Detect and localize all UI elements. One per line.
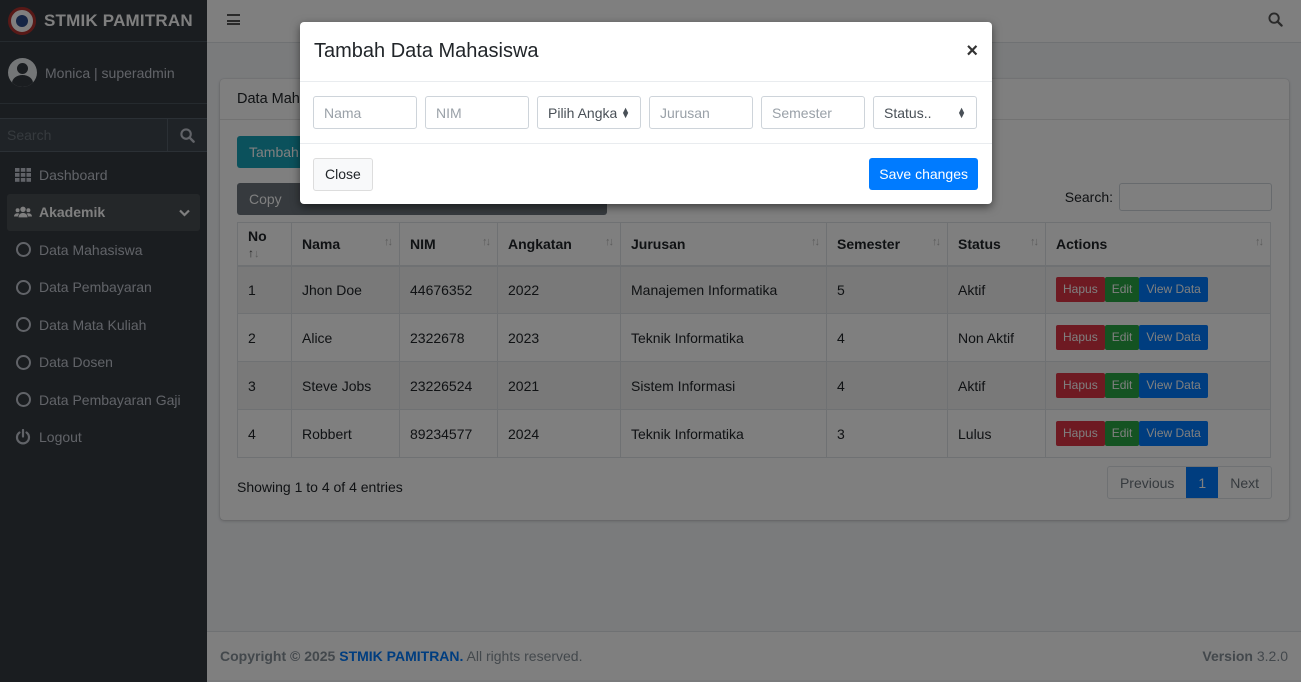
select-caret-icon: ▲ ▼: [957, 104, 966, 120]
semester-input[interactable]: [761, 96, 865, 129]
nama-input[interactable]: [313, 96, 417, 129]
save-changes-button[interactable]: Save changes: [869, 158, 978, 190]
add-student-modal: Tambah Data Mahasiswa × Pilih Angkatan ▲…: [300, 22, 992, 204]
close-button[interactable]: Close: [313, 157, 373, 191]
modal-body: Pilih Angkatan ▲▼ Status.. ▲▼: [300, 82, 992, 144]
nim-input[interactable]: [425, 96, 529, 129]
status-select-value: Status..: [884, 104, 932, 121]
modal-header: Tambah Data Mahasiswa ×: [300, 22, 992, 82]
jurusan-input[interactable]: [649, 96, 753, 129]
modal-footer: Close Save changes: [300, 144, 992, 204]
select-caret-icon: ▲ ▼: [621, 104, 630, 120]
angkatan-select-value: Pilih Angkatan: [548, 104, 618, 121]
angkatan-select[interactable]: Pilih Angkatan ▲▼: [537, 96, 641, 129]
close-icon[interactable]: ×: [966, 40, 978, 63]
status-select[interactable]: Status.. ▲ ▼: [873, 96, 977, 129]
modal-title: Tambah Data Mahasiswa: [314, 40, 539, 62]
